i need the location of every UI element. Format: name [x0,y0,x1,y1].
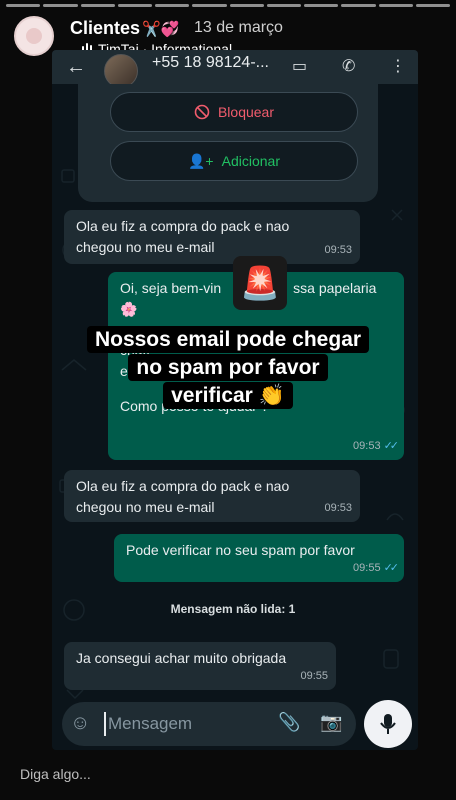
story-account-name[interactable]: Clientes ✂️💞 [70,18,179,39]
progress-segment [229,4,264,7]
story-avatar[interactable] [14,16,54,56]
progress-segment [266,4,301,7]
caption-line: no spam por favor [128,354,328,381]
message-outgoing[interactable]: Pode verificar no seu spam por favor 09:… [114,534,404,582]
progress-segment [341,4,376,7]
block-icon [194,104,210,120]
attach-icon[interactable]: 📎 [278,712,300,733]
progress-segment [43,4,78,7]
message-text: Ola eu fiz a compra do pack e nao [76,218,290,234]
camera-icon[interactable]: 📷 [320,712,342,733]
caption-line: Nossos email pode chegar [86,326,370,353]
progress-segment [155,4,190,7]
message-input[interactable] [104,712,254,736]
block-label: Bloquear [217,104,275,120]
progress-segment [6,4,41,7]
message-incoming[interactable]: Ola eu fiz a compra do pack e nao chegou… [64,470,360,522]
add-contact-button[interactable]: 👤+ Adicionar [110,141,358,181]
clap-icon: 👏 [258,384,285,407]
progress-segment [378,4,413,7]
chat-header: ← +55 18 98124-... ▭ ✆ ⋮ [52,50,418,88]
message-text: Ja consegui achar muito obrigada [76,650,287,666]
back-arrow-icon[interactable]: ← [66,56,86,79]
message-time: 09:55 [300,670,328,682]
read-ticks-icon: ✓✓ [383,562,400,574]
story-caption: Nossos email pode chegar [0,326,456,354]
unread-divider: Mensagem não lida: 1 [170,602,296,616]
contact-number[interactable]: +55 18 98124-... [152,54,269,72]
message-text: ssa papelaria [293,280,377,296]
message-text: Ola eu fiz a compra do pack e nao [76,478,290,494]
story-progress [6,4,450,7]
story-name-emojis: ✂️💞 [142,21,180,38]
message-composer: ☺ 📎 📷 [62,702,356,746]
message-text: chegou no meu e-mail [76,499,215,515]
message-time: 09:53 [324,502,352,514]
message-time: 09:53 [324,244,352,256]
caption-line: verificar 👏 [163,382,293,409]
message-incoming[interactable]: Ja consegui achar muito obrigada 09:55 [64,642,336,690]
progress-segment [117,4,152,7]
block-button[interactable]: Bloquear [110,92,358,132]
story-caption: no spam por favor [0,354,456,382]
add-label: Adicionar [221,153,280,169]
progress-segment [80,4,115,7]
message-text: chegou no meu e-mail [76,239,215,255]
story-name-text: Clientes [70,18,141,38]
progress-segment [415,4,450,7]
progress-segment [192,4,227,7]
story-viewer: Clientes ✂️💞 13 de março TimTaj · Informa… [0,0,456,800]
emoji-icon[interactable]: ☺ [70,712,90,735]
voice-call-icon[interactable]: ✆ [342,56,355,76]
story-caption: verificar 👏 [0,382,456,410]
mic-button[interactable] [364,700,412,748]
more-options-icon[interactable]: ⋮ [390,56,406,76]
video-call-icon[interactable]: ▭ [292,56,307,76]
add-person-icon: 👤+ [188,152,214,169]
progress-segment [304,4,339,7]
siren-sticker: 🚨 [233,256,287,310]
contact-avatar[interactable] [104,54,138,88]
siren-icon: 🚨 [240,265,280,301]
message-time: 09:55 ✓✓ [353,558,400,579]
read-ticks-icon: ✓✓ [383,440,400,452]
story-date: 13 de março [194,19,283,36]
mic-icon [380,714,396,734]
message-incoming[interactable]: Ola eu fiz a compra do pack e nao chegou… [64,210,360,264]
story-reply-input[interactable]: Diga algo... [20,766,91,782]
message-time: 09:53 ✓✓ [353,436,400,457]
message-text: Oi, seja bem-vin [120,280,222,296]
